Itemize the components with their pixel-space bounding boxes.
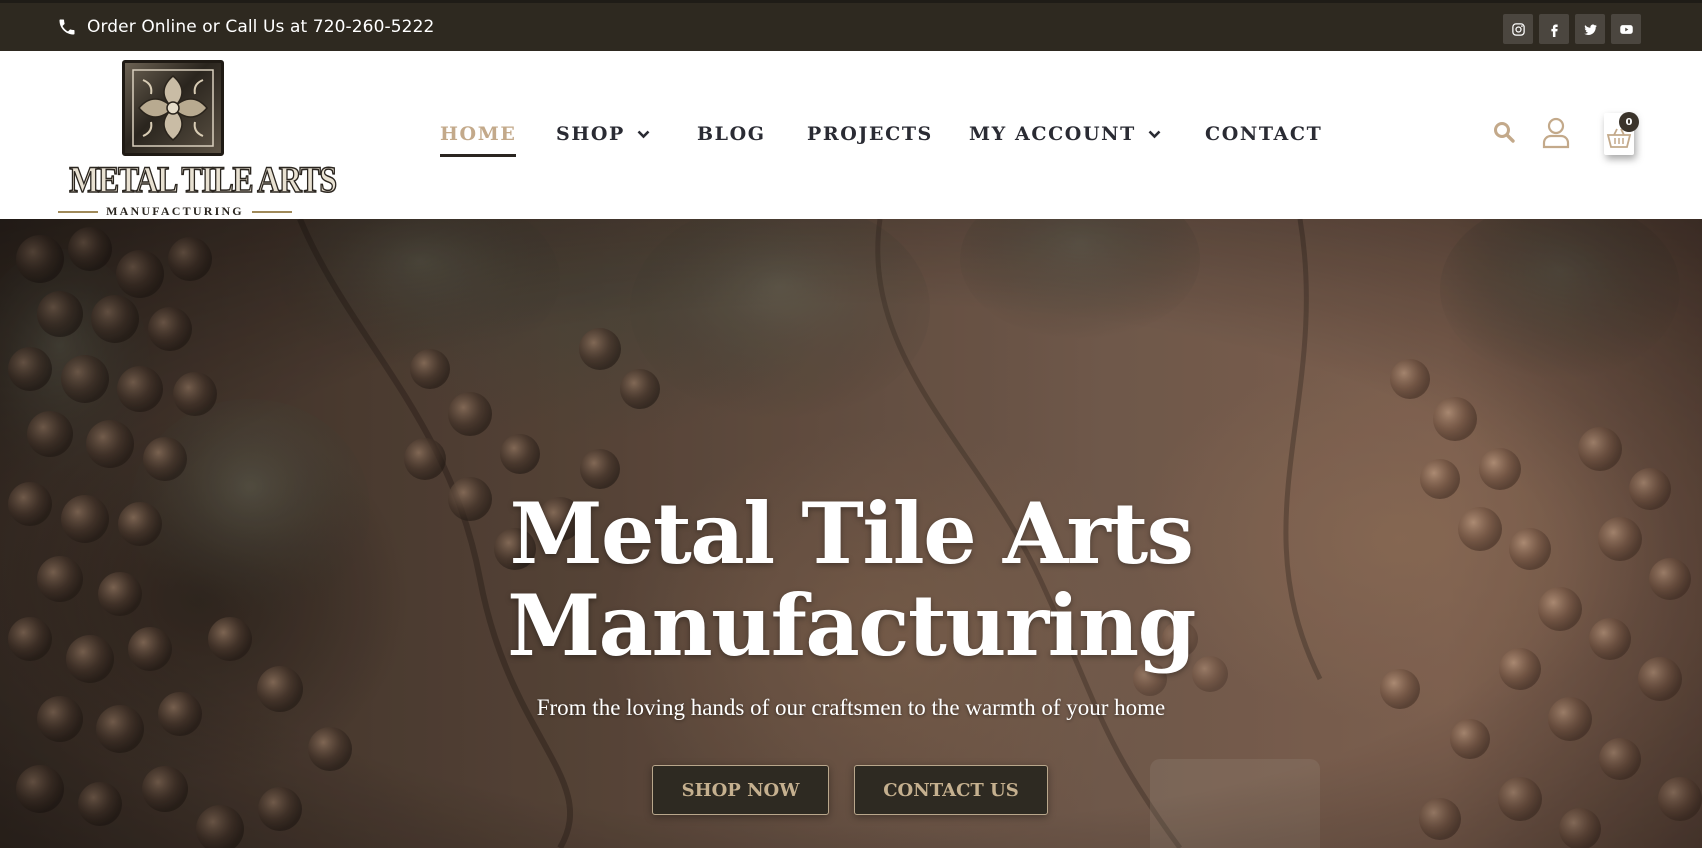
nav-item-my-account[interactable]: MY ACCOUNT (969, 123, 1161, 145)
user-icon[interactable] (1541, 117, 1571, 149)
chevron-down-icon (1148, 130, 1161, 138)
instagram-link[interactable] (1503, 14, 1533, 44)
search-icon[interactable] (1492, 120, 1516, 144)
hero-title-line-1: Metal Tile Arts (509, 484, 1194, 583)
cart-count-badge: 0 (1619, 112, 1639, 132)
instagram-icon (1511, 22, 1525, 36)
youtube-link[interactable] (1611, 14, 1641, 44)
chevron-down-icon (637, 130, 650, 138)
nav-item-home[interactable]: HOME (440, 123, 517, 157)
shop-now-label: SHOP NOW (681, 779, 800, 801)
contact-us-label: CONTACT US (883, 779, 1019, 801)
twitter-link[interactable] (1575, 14, 1605, 44)
logo-rule-left (58, 210, 99, 213)
nav-label-blog: BLOG (697, 123, 766, 145)
twitter-icon (1583, 24, 1597, 35)
site-logo[interactable]: METAL TILE ARTS MANUFACTURING (52, 60, 338, 218)
active-underline (440, 154, 517, 157)
phone-icon (59, 19, 75, 35)
phone-contact[interactable]: Order Online or Call Us at 720-260-5222 (57, 17, 434, 37)
nav-label-my-account: MY ACCOUNT (969, 123, 1136, 145)
logo-title: METAL TILE ARTS (69, 160, 338, 202)
social-links (1503, 14, 1641, 44)
nav-label-contact: CONTACT (1205, 123, 1323, 145)
nav-item-shop[interactable]: SHOP (556, 123, 650, 145)
shop-now-button[interactable]: SHOP NOW (652, 765, 829, 815)
ornament-icon (132, 69, 214, 147)
contact-us-button[interactable]: CONTACT US (854, 765, 1048, 815)
nav-item-contact[interactable]: CONTACT (1205, 123, 1322, 145)
site-header: METAL TILE ARTS MANUFACTURING HOME SHOP … (0, 51, 1702, 219)
nav-item-blog[interactable]: BLOG (697, 123, 766, 145)
nav-label-shop: SHOP (556, 123, 625, 145)
logo-tile-emblem (122, 60, 224, 156)
hero-title-line-2: Manufacturing (507, 576, 1196, 675)
top-bar: Order Online or Call Us at 720-260-5222 (0, 0, 1702, 51)
logo-rule-right (251, 210, 292, 213)
phone-text: Order Online or Call Us at 720-260-5222 (87, 17, 435, 37)
logo-subtitle: MANUFACTURING (106, 204, 244, 218)
facebook-link[interactable] (1539, 14, 1569, 44)
facebook-icon (1550, 24, 1558, 37)
nav-label-home: HOME (440, 123, 517, 145)
hero-title: Metal Tile Arts Manufacturing (0, 488, 1702, 672)
nav-label-projects: PROJECTS (807, 123, 933, 145)
hero-subtitle: From the loving hands of our craftsmen t… (536, 695, 1166, 720)
nav-item-projects[interactable]: PROJECTS (807, 123, 933, 145)
hero-section: Metal Tile Arts Manufacturing From the l… (0, 219, 1702, 848)
youtube-icon (1619, 24, 1633, 34)
